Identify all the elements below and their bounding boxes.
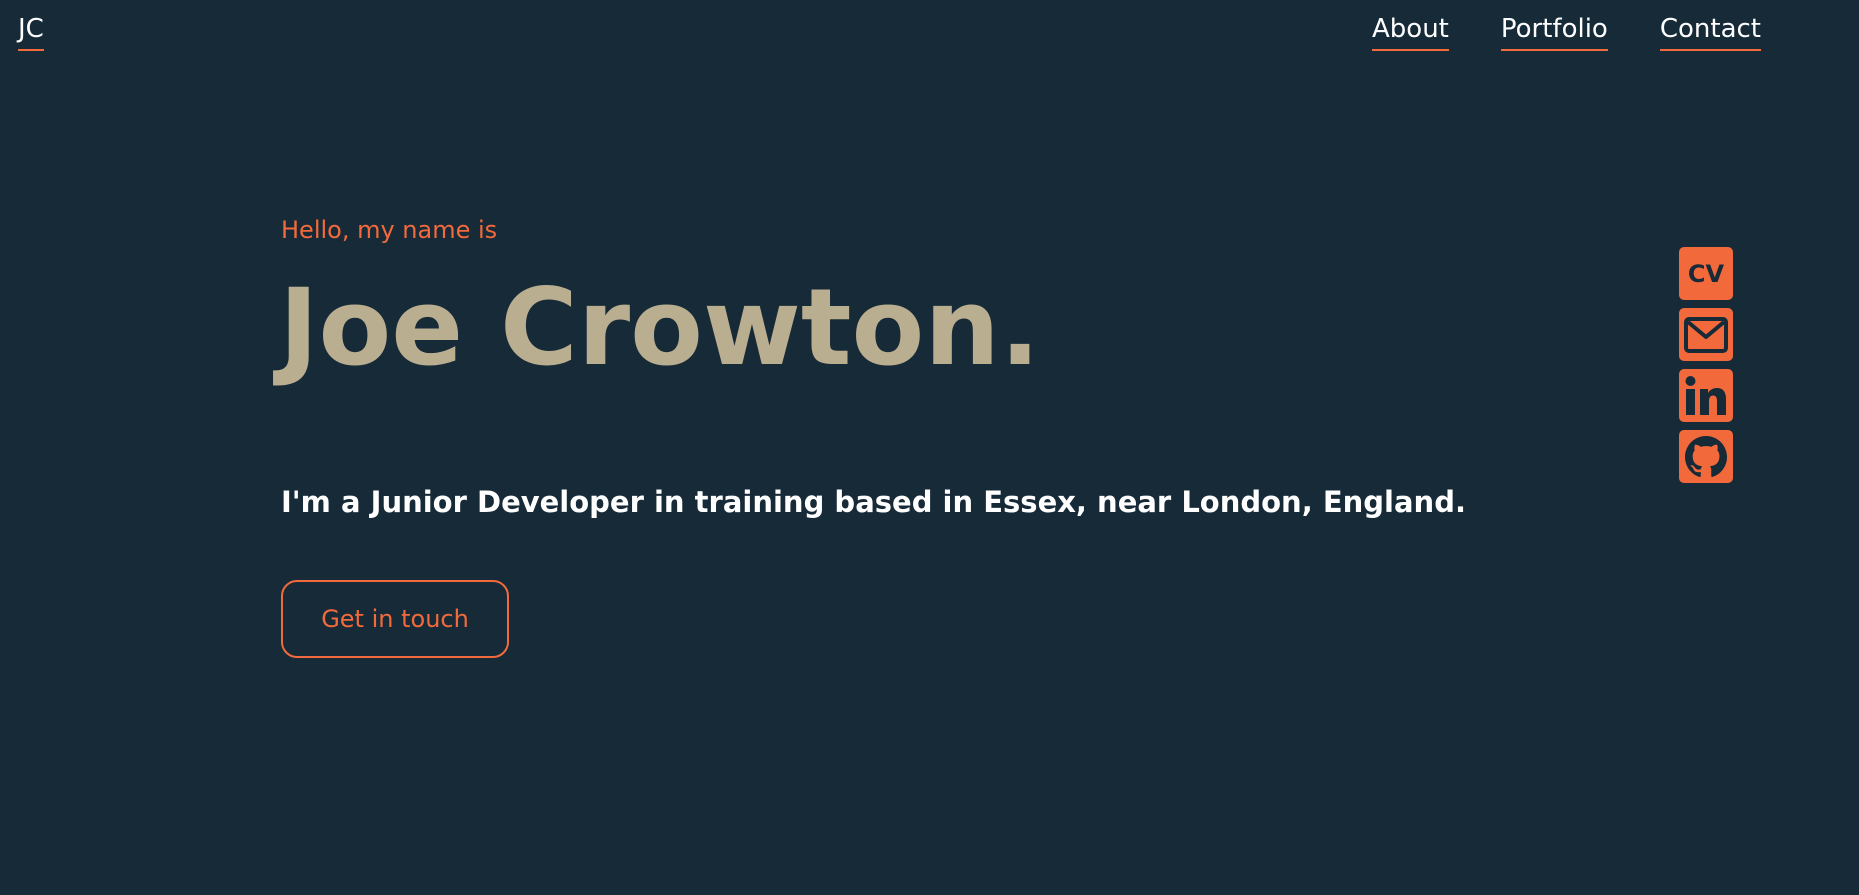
social-links: CV: [1679, 247, 1733, 483]
hero-name: Joe Crowton.: [279, 266, 1041, 389]
linkedin-link[interactable]: [1679, 369, 1733, 422]
hero-section: Hello, my name is Joe Crowton. I'm a Jun…: [279, 210, 1466, 658]
hero-tagline: I'm a Junior Developer in training based…: [281, 485, 1466, 519]
main-nav: About Portfolio Contact: [1372, 12, 1761, 51]
cv-link[interactable]: CV: [1679, 247, 1733, 300]
email-link[interactable]: [1679, 308, 1733, 361]
mail-icon: [1684, 316, 1728, 353]
nav-link-contact[interactable]: Contact: [1659, 12, 1761, 51]
cv-icon: CV: [1687, 259, 1725, 288]
nav-link-about[interactable]: About: [1372, 12, 1449, 51]
github-link[interactable]: [1679, 430, 1733, 483]
github-icon: [1685, 435, 1727, 477]
nav-link-portfolio[interactable]: Portfolio: [1500, 12, 1608, 51]
get-in-touch-button[interactable]: Get in touch: [281, 580, 509, 658]
hero-greeting: Hello, my name is: [281, 216, 498, 244]
site-logo[interactable]: JC: [18, 12, 44, 51]
linkedin-icon: [1685, 375, 1726, 415]
